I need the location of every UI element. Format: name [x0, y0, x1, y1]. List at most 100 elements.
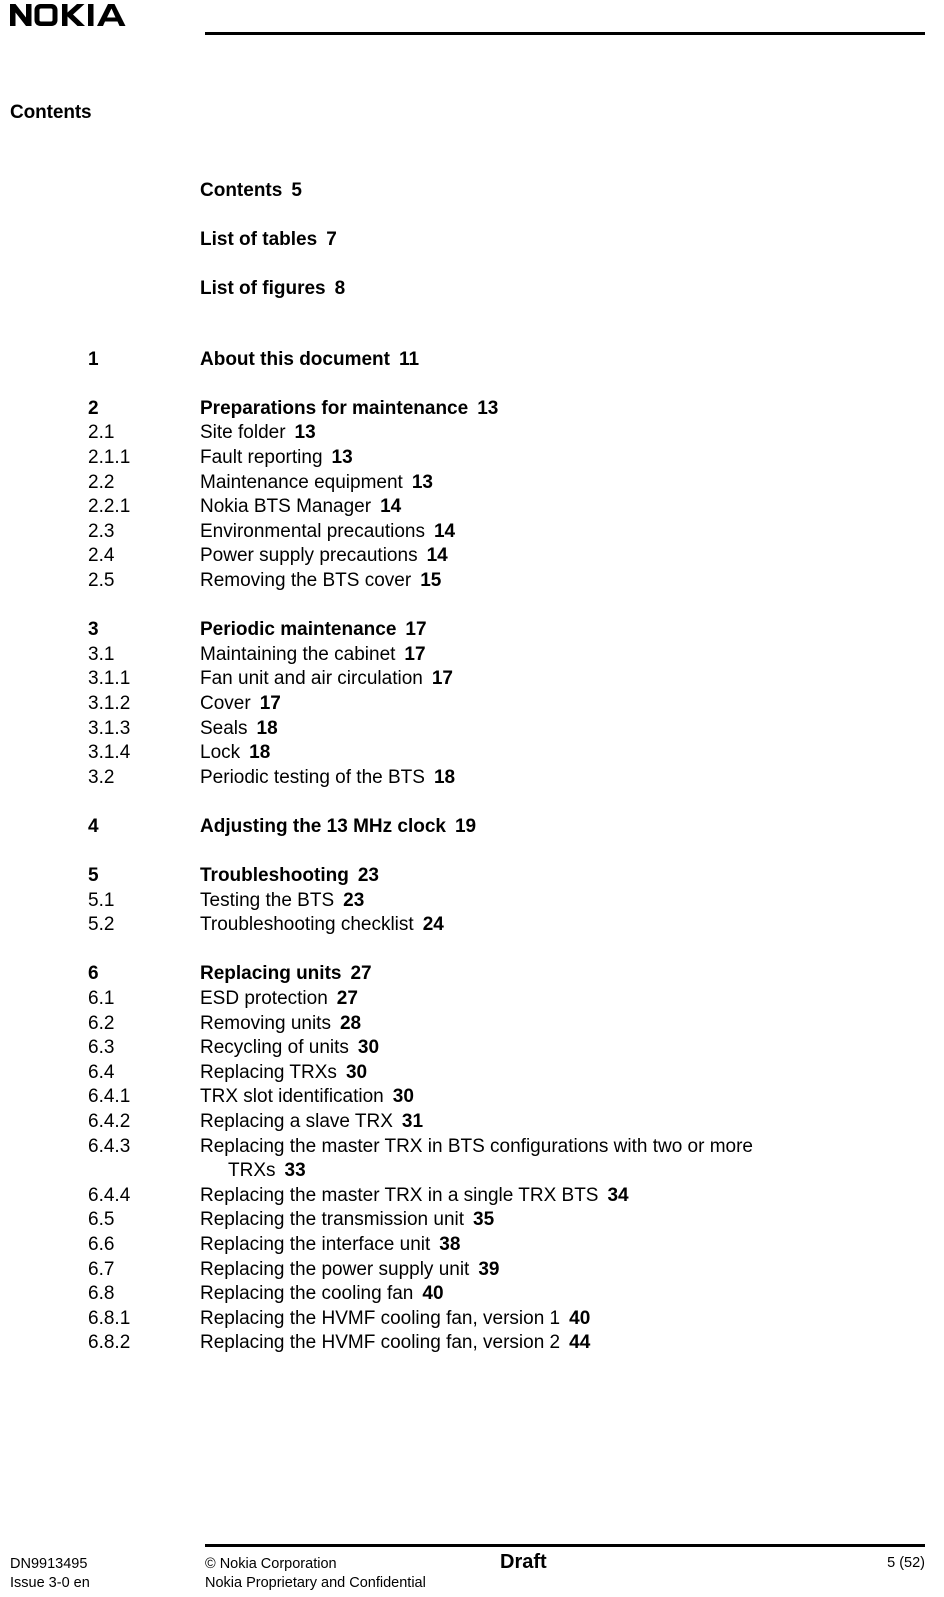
toc-entry-5-1[interactable]: 5.1 Testing the BTS 23 — [0, 889, 944, 914]
toc-entry-page: 44 — [569, 1332, 591, 1354]
toc-entry-title: Periodic testing of the BTS 18 — [200, 766, 455, 791]
toc-entry-6-3[interactable]: 6.3 Recycling of units 30 — [0, 1036, 944, 1061]
toc-entry-title-text: ESD protection — [200, 988, 328, 1010]
toc-entry-title-text: Fan unit and air circulation — [200, 668, 423, 690]
toc-entry-title-text: Replacing the master TRX in BTS configur… — [200, 1135, 753, 1157]
toc-entry-title-text: TRXs — [228, 1160, 276, 1182]
toc-entry-title: Replacing the power supply unit 39 — [200, 1258, 499, 1283]
toc-entry-number: 5.2 — [88, 914, 115, 936]
toc-entry-2-3[interactable]: 2.3 Environmental precautions 14 — [0, 520, 944, 545]
toc-entry-title-text: Replacing TRXs — [200, 1061, 337, 1083]
toc-entry-title-text: Testing the BTS — [200, 889, 335, 911]
toc-entry-number: 5 — [88, 865, 99, 887]
toc-entry-6[interactable]: 6 Replacing units 27 — [0, 962, 944, 987]
toc-entry-title-text: Replacing the cooling fan — [200, 1283, 414, 1305]
toc-entry-title-text: Periodic testing of the BTS — [200, 766, 425, 788]
toc-entry-3-1-4[interactable]: 3.1.4 Lock 18 — [0, 741, 944, 766]
nokia-wordmark-logo — [10, 4, 155, 28]
toc-entry-number: 2 — [88, 397, 99, 419]
toc-entry-number: 6.1 — [88, 988, 115, 1010]
toc-entry-page: 13 — [477, 397, 499, 419]
toc-entry-3[interactable]: 3 Periodic maintenance 17 — [0, 618, 944, 643]
toc-entry-6-4[interactable]: 6.4 Replacing TRXs 30 — [0, 1061, 944, 1086]
toc-entry-2-2-1[interactable]: 2.2.1 Nokia BTS Manager 14 — [0, 495, 944, 520]
toc-entry-6-4-3[interactable]: 6.4.3 Replacing the master TRX in BTS con… — [0, 1135, 944, 1160]
toc-entry-6-8[interactable]: 6.8 Replacing the cooling fan 40 — [0, 1282, 944, 1307]
toc-entry-number: 3.2 — [88, 766, 115, 788]
toc-entry-6-8-2[interactable]: 6.8.2 Replacing the HVMF cooling fan, ver… — [0, 1331, 944, 1356]
toc-entry-5-2[interactable]: 5.2 Troubleshooting checklist 24 — [0, 913, 944, 938]
toc-entry-3-1-2[interactable]: 3.1.2 Cover 17 — [0, 692, 944, 717]
toc-entry-title: Maintenance equipment 13 — [200, 471, 433, 496]
toc-entry-title: Preparations for maintenance 13 — [200, 397, 498, 422]
toc-entry-title: Power supply precautions 14 — [200, 544, 448, 569]
toc-entry-2-2[interactable]: 2.2 Maintenance equipment 13 — [0, 471, 944, 496]
toc-entry-title: Fan unit and air circulation 17 — [200, 667, 453, 692]
toc-entry-title-text: Troubleshooting checklist — [200, 914, 414, 936]
toc-entry-title: Cover 17 — [200, 692, 281, 717]
toc-entry-title: About this document 11 — [200, 348, 419, 373]
toc-entry-title: Removing the BTS cover 15 — [200, 569, 441, 594]
toc-entry-number: 1 — [88, 348, 99, 370]
toc-entry-list-of-figures[interactable]: List of figures 8 — [0, 274, 944, 323]
toc-entry-title: Replacing the HVMF cooling fan, version … — [200, 1307, 590, 1332]
toc-entry-title: Maintaining the cabinet 17 — [200, 643, 426, 668]
toc-entry-number: 6.4.4 — [88, 1184, 131, 1206]
toc-entry-1[interactable]: 1 About this document 11 — [0, 348, 944, 373]
toc-entry-2[interactable]: 2 Preparations for maintenance 13 — [0, 397, 944, 422]
toc-entry-page: 13 — [411, 471, 433, 493]
toc-entry-title-text: Replacing the HVMF cooling fan, version … — [200, 1307, 561, 1329]
toc-entry-6-4-1[interactable]: 6.4.1 TRX slot identification 30 — [0, 1085, 944, 1110]
toc-entry-3-2[interactable]: 3.2 Periodic testing of the BTS 18 — [0, 766, 944, 791]
toc-entry-3-1[interactable]: 3.1 Maintaining the cabinet 17 — [0, 643, 944, 668]
toc-entry-title-text: Cover — [200, 692, 251, 714]
toc-entry-page: 17 — [405, 619, 427, 641]
toc-entry-3-1-1[interactable]: 3.1.1 Fan unit and air circulation 17 — [0, 667, 944, 692]
toc-entry-page: 27 — [336, 988, 358, 1010]
toc-entry-list-of-tables[interactable]: List of tables 7 — [0, 225, 944, 274]
toc-entry-page: 23 — [343, 889, 365, 911]
toc-entry-title: Site folder 13 — [200, 421, 316, 446]
toc-entry-6-8-1[interactable]: 6.8.1 Replacing the HVMF cooling fan, ver… — [0, 1307, 944, 1332]
toc-entry-6-5[interactable]: 6.5 Replacing the transmission unit 35 — [0, 1208, 944, 1233]
toc-entry-title-text: Periodic maintenance — [200, 619, 397, 641]
toc-entry-title-text: TRX slot identification — [200, 1086, 384, 1108]
toc-entry-5[interactable]: 5 Troubleshooting 23 — [0, 864, 944, 889]
toc-entry-trxs[interactable]: TRXs 33 — [0, 1159, 944, 1184]
toc-entry-title-text: Replacing the HVMF cooling fan, version … — [200, 1332, 561, 1354]
page-header — [0, 0, 944, 40]
toc-entry-number: 2.2 — [88, 471, 115, 493]
footer-page-number: 5 (52) — [887, 1555, 925, 1571]
toc-entry-title-text: Recycling of units — [200, 1037, 349, 1059]
toc-entry-title: Replacing the HVMF cooling fan, version … — [200, 1331, 590, 1356]
toc-entry-4[interactable]: 4 Adjusting the 13 MHz clock 19 — [0, 815, 944, 840]
toc-entry-number: 6.7 — [88, 1258, 115, 1280]
footer-confidentiality: Nokia Proprietary and Confidential — [205, 1575, 426, 1591]
toc-entry-6-2[interactable]: 6.2 Removing units 28 — [0, 1012, 944, 1037]
toc-entry-number: 6.8.1 — [88, 1307, 131, 1329]
toc-entry-title: Adjusting the 13 MHz clock 19 — [200, 815, 476, 840]
toc-entry-page: 13 — [294, 422, 316, 444]
toc-entry-6-7[interactable]: 6.7 Replacing the power supply unit 39 — [0, 1258, 944, 1283]
toc-entry-3-1-3[interactable]: 3.1.3 Seals 18 — [0, 717, 944, 742]
toc-entry-title-text: Power supply precautions — [200, 545, 418, 567]
toc-entry-2-1[interactable]: 2.1 Site folder 13 — [0, 421, 944, 446]
toc-entry-6-4-2[interactable]: 6.4.2 Replacing a slave TRX 31 — [0, 1110, 944, 1135]
toc-entry-contents[interactable]: Contents 5 — [0, 176, 944, 225]
toc-entry-6-1[interactable]: 6.1 ESD protection 27 — [0, 987, 944, 1012]
toc-entry-page: 24 — [422, 914, 444, 936]
toc-entry-title: List of figures 8 — [200, 278, 346, 299]
toc-entry-page: 8 — [334, 278, 346, 299]
toc-entry-2-5[interactable]: 2.5 Removing the BTS cover 15 — [0, 569, 944, 594]
toc-entry-title: Contents 5 — [200, 180, 302, 201]
toc-entry-title-text: Replacing the transmission unit — [200, 1209, 465, 1231]
toc-entry-6-6[interactable]: 6.6 Replacing the interface unit 38 — [0, 1233, 944, 1258]
toc-entry-page: 35 — [473, 1209, 495, 1231]
toc-entry-6-4-4[interactable]: 6.4.4 Replacing the master TRX in a singl… — [0, 1184, 944, 1209]
toc-entry-number: 6.8 — [88, 1283, 115, 1305]
footer-document-info: DN9913495 Issue 3-0 en — [10, 1555, 90, 1593]
toc-entry-2-1-1[interactable]: 2.1.1 Fault reporting 13 — [0, 446, 944, 471]
toc-entry-2-4[interactable]: 2.4 Power supply precautions 14 — [0, 544, 944, 569]
toc-entry-number: 6.4 — [88, 1061, 115, 1083]
toc-entry-number: 2.1 — [88, 422, 115, 444]
